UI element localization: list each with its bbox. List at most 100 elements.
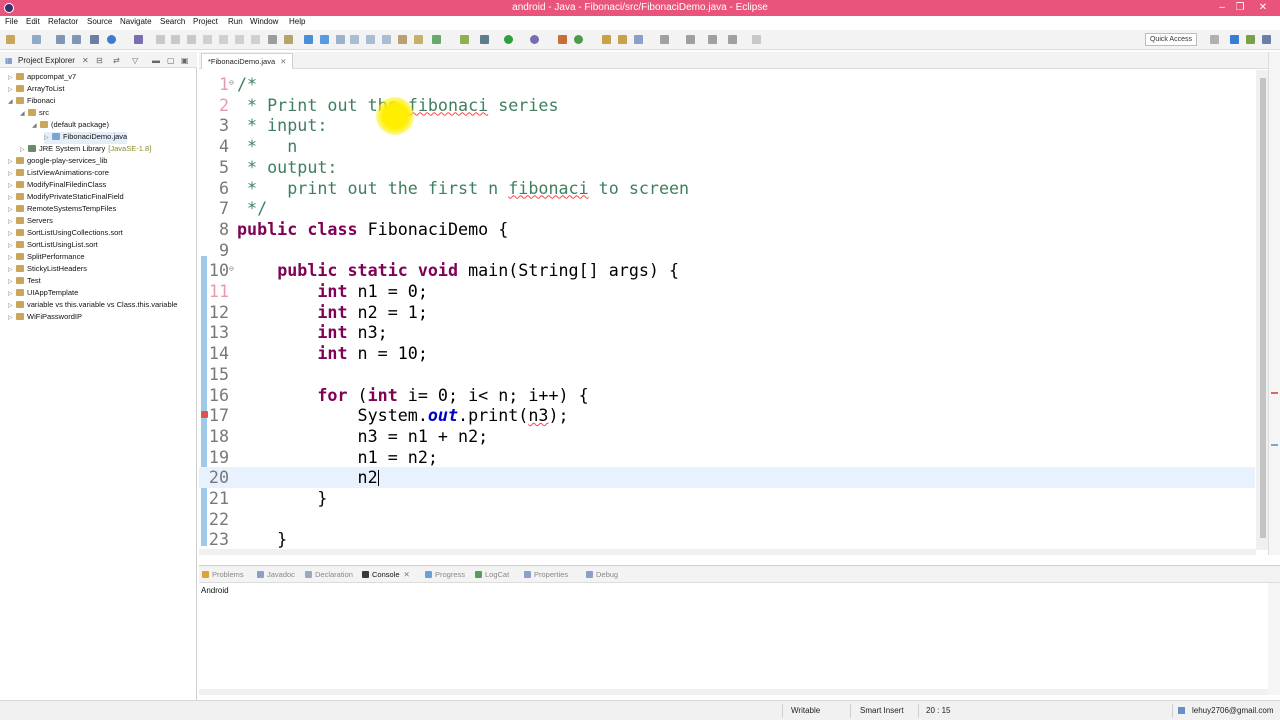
word-wrap-icon[interactable] [366,35,375,44]
code-line[interactable]: 6 * print out the first n fibonaci to sc… [199,178,1255,199]
skip-breakpoints-icon[interactable] [134,35,143,44]
menu-navigate[interactable]: Navigate [120,17,152,26]
step-return-icon[interactable] [251,35,260,44]
debug-run-icon[interactable] [480,35,489,44]
task-icon[interactable] [432,35,441,44]
tree-item[interactable]: ◢ src [20,108,49,120]
tab-debug[interactable]: Debug [586,570,618,579]
lint-icon[interactable] [460,35,469,44]
code-line[interactable]: 19 n1 = n2; [199,447,1255,468]
link-editor-icon[interactable]: ⇄ [113,56,120,65]
expand-toggle-icon[interactable]: ▷ [8,278,16,285]
resume-icon[interactable] [156,35,165,44]
console-vertical-scrollbar[interactable] [1268,583,1280,695]
suspend-icon[interactable] [171,35,180,44]
tree-item[interactable]: ▷ ListViewAnimations-core [8,168,109,180]
expand-toggle-icon[interactable]: ▷ [8,254,16,261]
fold-toggle-icon[interactable]: ⊖ [229,264,234,273]
minimize-view-icon[interactable]: ▬ [152,56,160,65]
code-line[interactable]: 14 int n = 10; [199,343,1255,364]
debug-perspective-icon[interactable] [1262,35,1271,44]
code-line[interactable]: 13 int n3; [199,322,1255,343]
open-task-icon[interactable] [618,35,627,44]
expand-toggle-icon[interactable]: ▷ [8,266,16,273]
tab-declaration[interactable]: Declaration [305,570,353,579]
package-icon[interactable] [398,35,407,44]
tree-item[interactable]: ◢ Fibonaci [8,96,55,108]
tree-item[interactable]: ▷ Test [8,276,41,288]
save-icon[interactable] [56,35,65,44]
tree-item[interactable]: ▷ Servers [8,216,53,228]
expand-toggle-icon[interactable]: ◢ [20,110,28,117]
code-line[interactable]: 7 */ [199,198,1255,219]
code-line[interactable]: 11 int n1 = 0; [199,281,1255,302]
error-gutter-icon[interactable] [201,411,208,419]
menu-file[interactable]: File [5,17,18,26]
tree-item[interactable]: ◢ (default package) [32,120,109,132]
coverage-icon[interactable] [530,35,539,44]
expand-toggle-icon[interactable]: ▷ [8,86,16,93]
code-line[interactable]: 22 [199,509,1255,530]
code-line[interactable]: 23 } [199,529,1255,550]
block-select-icon[interactable] [350,35,359,44]
tab-logcat[interactable]: LogCat [475,570,509,579]
tab-javadoc[interactable]: Javadoc [257,570,295,579]
tree-item[interactable]: ▷ SplitPerformance [8,252,85,264]
editor-horizontal-scrollbar[interactable] [199,549,1256,555]
close-view-icon[interactable]: ✕ [82,56,89,65]
toggle-mark-icon[interactable] [304,35,313,44]
quick-access-input[interactable]: Quick Access [1145,33,1197,46]
expand-toggle-icon[interactable]: ▷ [8,242,16,249]
use-step-filters-icon[interactable] [284,35,293,44]
tab-progress[interactable]: Progress [425,570,465,579]
view-menu-icon[interactable]: ▽ [132,56,138,65]
expand-toggle-icon[interactable]: ▷ [8,230,16,237]
forward-icon[interactable] [752,35,761,44]
open-icon[interactable] [32,35,41,44]
expand-toggle-icon[interactable]: ▷ [8,170,16,177]
occurrence-marker[interactable] [1271,444,1278,446]
expand-toggle-icon[interactable]: ▷ [8,206,16,213]
next-annotation-icon[interactable] [660,35,669,44]
tree-item[interactable]: ▷ ArrayToList [8,84,65,96]
tree-item[interactable]: ▷ FibonaciDemo.java [44,132,128,144]
show-whitespace-icon[interactable] [336,35,345,44]
tree-item[interactable]: ▷ UIAppTemplate [8,288,78,300]
open-type-icon[interactable] [602,35,611,44]
menu-window[interactable]: Window [250,17,278,26]
expand-toggle-icon[interactable]: ▷ [8,290,16,297]
expand-toggle-icon[interactable]: ◢ [8,98,16,105]
expand-toggle-icon[interactable]: ▷ [44,134,52,141]
code-line[interactable]: 18 n3 = n1 + n2; [199,426,1255,447]
menu-source[interactable]: Source [87,17,112,26]
menu-help[interactable]: Help [289,17,305,26]
menu-refactor[interactable]: Refactor [48,17,78,26]
tree-item[interactable]: ▷ ModifyFinalFiledinClass [8,180,106,192]
expand-toggle-icon[interactable]: ▷ [8,314,16,321]
new-icon[interactable] [6,35,15,44]
console-horizontal-scrollbar[interactable] [199,689,1268,695]
run-icon[interactable] [504,35,513,44]
expand-toggle-icon[interactable]: ▷ [8,158,16,165]
back-icon[interactable] [728,35,737,44]
tab-problems[interactable]: Problems [202,570,244,579]
collapse-all-icon[interactable]: ⊟ [96,56,103,65]
tab-console[interactable]: Console ✕ [362,570,410,579]
code-line[interactable]: 3 * input: [199,115,1255,136]
code-line[interactable]: 2 * Print out the fibonaci series [199,95,1255,116]
step-into-icon[interactable] [219,35,228,44]
highlight-icon[interactable] [320,35,329,44]
expand-toggle-icon[interactable]: ▷ [8,182,16,189]
tree-item[interactable]: ▷ google-play-services_lib [8,156,107,168]
code-line[interactable]: 4 * n [199,136,1255,157]
code-line[interactable]: 1 ⊖/* [199,74,1255,95]
step-over-icon[interactable] [235,35,244,44]
editor-scroll-thumb[interactable] [1260,78,1266,538]
open-perspective-icon[interactable] [1210,35,1219,44]
external-tools-icon[interactable] [558,35,567,44]
split-editor-icon[interactable] [382,35,391,44]
disconnect-icon[interactable] [203,35,212,44]
error-marker[interactable] [1271,392,1278,394]
tree-item[interactable]: ▷ JRE System Library [JavaSE-1.8] [20,144,151,156]
tree-item[interactable]: ▷ WiFiPasswordIP [8,312,82,324]
